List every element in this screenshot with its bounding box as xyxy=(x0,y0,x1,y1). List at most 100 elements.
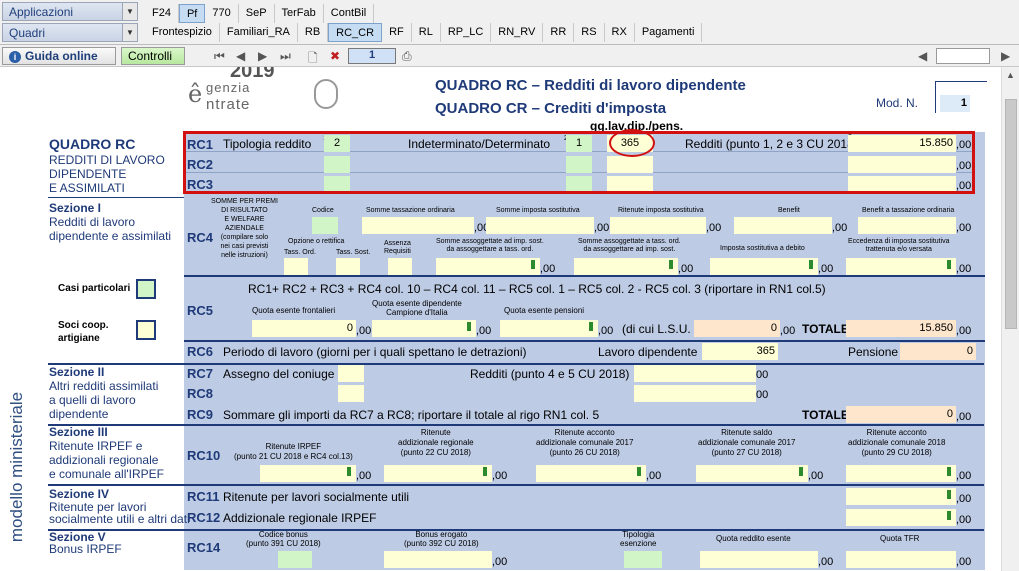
zoom-field[interactable] xyxy=(936,48,990,64)
rc14-esenzione-field[interactable] xyxy=(624,551,662,568)
rc4-col12-field[interactable] xyxy=(710,258,818,275)
rc6-code: RC6 xyxy=(187,344,214,359)
rc6-pens-field[interactable]: 0 xyxy=(900,343,976,360)
rc8-redditi-field[interactable] xyxy=(634,385,756,402)
vertical-label: modello ministeriale xyxy=(7,391,26,543)
controlli-button[interactable]: Controlli xyxy=(121,47,185,65)
tab-rb[interactable]: RB xyxy=(298,23,329,42)
info-icon: i xyxy=(9,51,21,63)
rc4-tass-ord-field[interactable] xyxy=(362,217,474,234)
rc5-lsu-field[interactable]: 0 xyxy=(694,320,780,337)
tab-rc-cr[interactable]: RC_CR xyxy=(328,23,383,42)
tab-pf[interactable]: Pf xyxy=(178,4,206,23)
rc10-acconto-2018-field[interactable] xyxy=(846,465,956,482)
toolbar: i Guida online Controlli ⏮ ◀ ▶ ⏭ 🗋 ✖ 1 ⎙ … xyxy=(0,45,1019,67)
rc4-assenza-field[interactable] xyxy=(388,258,412,275)
tab-frontespizio[interactable]: Frontespizio xyxy=(145,23,220,42)
prev-page-icon[interactable]: ◀ xyxy=(236,49,245,63)
mod-n-field[interactable]: 1 xyxy=(940,95,970,112)
sezione-2-heading: Sezione II xyxy=(49,365,105,379)
sezione-1-heading: Sezione I xyxy=(49,201,102,215)
tab-terfab[interactable]: TerFab xyxy=(275,4,324,23)
rc11-code: RC11 xyxy=(187,489,220,504)
casi-particolari-field[interactable] xyxy=(136,279,156,299)
quadri-select[interactable]: Quadri ▼ xyxy=(2,23,138,42)
rc4-rit-sost-field[interactable] xyxy=(610,217,706,234)
title-cr: QUADRO CR – Crediti d'imposta xyxy=(435,100,667,117)
tab-rl[interactable]: RL xyxy=(412,23,441,42)
sezione-2-sub: Altri redditi assimilati a quelli di lavo… xyxy=(49,379,159,421)
rc10-regionale-field[interactable] xyxy=(384,465,492,482)
quadro-rc-sub: REDDITI DI LAVORO DIPENDENTE E ASSIMILATI xyxy=(49,153,165,195)
rc4-col10-field[interactable] xyxy=(436,258,540,275)
rc9-totale-field[interactable]: 0 xyxy=(846,406,956,423)
rc4-col11-field[interactable] xyxy=(574,258,678,275)
chevron-down-icon[interactable]: ▼ xyxy=(122,3,137,20)
rc10-irpef-field[interactable] xyxy=(260,465,356,482)
rc8-coniuge-field[interactable] xyxy=(338,385,364,402)
guida-online-button[interactable]: i Guida online xyxy=(2,47,116,65)
rc12-field[interactable] xyxy=(846,509,956,526)
rc5-pensioni-field[interactable] xyxy=(500,320,598,337)
rc4-opz-ord-field[interactable] xyxy=(284,258,308,275)
tab-rs[interactable]: RS xyxy=(574,23,605,42)
rc4-opz-sost-field[interactable] xyxy=(336,258,360,275)
soci-coop-label: Soci coop. artigiane xyxy=(58,320,109,344)
chevron-down-icon[interactable]: ▼ xyxy=(122,24,137,41)
rc14-codice-field[interactable] xyxy=(278,551,312,568)
tab-sep[interactable]: SeP xyxy=(239,4,275,23)
scrollbar-thumb[interactable] xyxy=(1005,99,1017,329)
tab-770[interactable]: 770 xyxy=(205,4,239,23)
scroll-right-icon[interactable]: ▶ xyxy=(1001,49,1010,63)
rc5-totale-field[interactable]: 15.850 xyxy=(846,320,956,337)
tab-familiari-ra[interactable]: Familiari_RA xyxy=(220,23,298,42)
rc4-benefit-field[interactable] xyxy=(734,217,832,234)
sezione-5-sub: Bonus IRPEF xyxy=(49,542,122,556)
scroll-up-icon[interactable]: ▲ xyxy=(1006,70,1015,80)
last-page-icon[interactable]: ⏭ xyxy=(280,49,291,64)
tab-rx[interactable]: RX xyxy=(605,23,635,42)
sezione-1-sub: Redditi di lavoro dipendente e assimilati xyxy=(49,215,172,243)
quadri-tabs: Frontespizio Familiari_RA RB RC_CR RF RL… xyxy=(145,23,703,42)
rc5-formula: RC1+ RC2 + RC3 + RC4 col. 10 – RC4 col. … xyxy=(248,282,826,296)
delete-page-icon[interactable]: ✖ xyxy=(330,49,340,63)
casi-particolari-label: Casi particolari xyxy=(58,283,131,294)
form-area: modello ministeriale 2019 ê genzia ntrat… xyxy=(0,67,1001,571)
rc14-esente-field[interactable] xyxy=(700,551,818,568)
rc4-col13-field[interactable] xyxy=(846,258,956,275)
rc5-campione-field[interactable] xyxy=(372,320,476,337)
next-page-icon[interactable]: ▶ xyxy=(258,49,267,63)
applicazioni-select[interactable]: Applicazioni ▼ xyxy=(2,2,138,21)
tab-f24[interactable]: F24 xyxy=(145,4,179,23)
rc11-field[interactable] xyxy=(846,488,956,505)
rc4-codice-field[interactable] xyxy=(312,217,338,234)
scroll-left-icon[interactable]: ◀ xyxy=(918,49,927,63)
sezione-3-sub: Ritenute IRPEF e addizionali regionale e c… xyxy=(49,439,165,481)
rc7-coniuge-field[interactable] xyxy=(338,365,364,382)
rc14-bonus-field[interactable] xyxy=(384,551,492,568)
rc7-code: RC7 xyxy=(187,366,214,381)
tab-rp-lc[interactable]: RP_LC xyxy=(441,23,492,42)
vertical-scrollbar[interactable]: ▲ xyxy=(1001,67,1019,571)
rc5-frontalieri-field[interactable]: 0 xyxy=(252,320,356,337)
tab-rn-rv[interactable]: RN_RV xyxy=(491,23,544,42)
print-icon[interactable]: ⎙ xyxy=(402,49,412,64)
rc10-saldo-2017-field[interactable] xyxy=(696,465,808,482)
somme-premi-label: SOMME PER PREMI DI RISULTATO E WELFARE AZIE… xyxy=(211,198,278,259)
tab-contbil[interactable]: ContBil xyxy=(324,4,375,23)
rc6-dip-field[interactable]: 365 xyxy=(702,343,778,360)
agenzia-logo: ê genzia ntrate xyxy=(186,77,346,117)
tab-rf[interactable]: RF xyxy=(382,23,412,42)
rc14-tfr-field[interactable] xyxy=(846,551,956,568)
tab-pagamenti[interactable]: Pagamenti xyxy=(635,23,703,42)
rc7-redditi-field[interactable] xyxy=(634,365,756,382)
circle-highlight xyxy=(609,129,655,157)
page-number-field[interactable]: 1 xyxy=(348,48,396,64)
rc4-benefit-ord-field[interactable] xyxy=(858,217,956,234)
rc10-acconto-2017-field[interactable] xyxy=(536,465,646,482)
tab-rr[interactable]: RR xyxy=(543,23,575,42)
first-page-icon[interactable]: ⏮ xyxy=(214,49,225,64)
soci-coop-field[interactable] xyxy=(136,320,156,340)
quadro-rc-heading: QUADRO RC xyxy=(49,136,136,152)
rc4-imp-sost-field[interactable] xyxy=(486,217,594,234)
